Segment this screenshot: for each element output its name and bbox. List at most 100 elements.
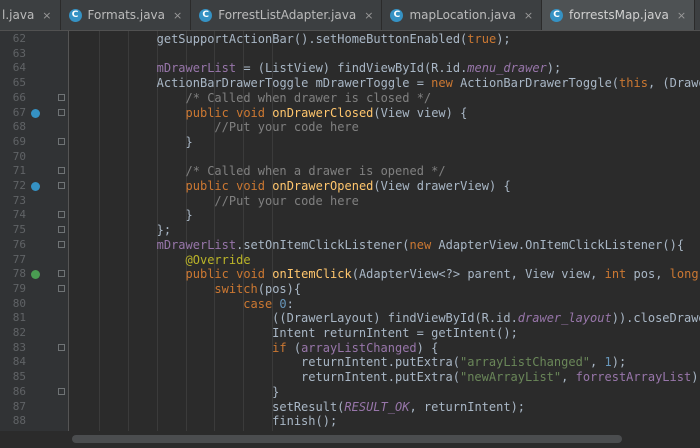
code-token: Intent returnIntent = getIntent(); (272, 326, 518, 340)
fold-marker-icon[interactable] (58, 93, 65, 101)
line-number: 86 (12, 384, 26, 398)
close-tab-icon[interactable]: × (677, 9, 686, 22)
code-token: = (ListView) findViewById(R.id. (236, 61, 468, 76)
line-number: 77 (12, 252, 26, 266)
code-editor[interactable]: 62 getSupportActionBar().setHomeButtonEna… (0, 31, 700, 431)
editor-tab[interactable]: CforrestsMap.java × (542, 0, 696, 30)
code-line[interactable]: 71 /* Called when a drawer is opened */ (0, 164, 700, 179)
fold-marker-icon[interactable] (58, 137, 65, 145)
fold-marker-icon[interactable] (58, 108, 65, 116)
close-tab-icon[interactable]: × (42, 9, 51, 22)
editor-tab[interactable]: CmapLocation.java × (382, 0, 543, 30)
code-text: } (186, 208, 193, 223)
code-token: menu_drawer (467, 61, 547, 76)
code-token: (View drawerView) { (373, 179, 511, 193)
code-line[interactable]: 68 //Put your code here (0, 120, 700, 135)
code-token: onDrawerClosed (272, 105, 374, 120)
editor-tab[interactable]: C Formats.java × (61, 0, 192, 30)
code-text: //Put your code here (214, 194, 359, 209)
editor-tab[interactable]: C ForrestListAdapter.java × (191, 0, 383, 30)
implement-method-icon[interactable] (31, 182, 40, 191)
implement-method-icon[interactable] (31, 108, 40, 118)
code-line[interactable]: 79 switch(pos){ (0, 282, 700, 297)
close-tab-icon[interactable]: × (364, 9, 373, 22)
fold-marker-icon[interactable] (58, 387, 65, 395)
code-line[interactable]: 67 public void onDrawerClosed(View view) … (0, 106, 700, 121)
code-line[interactable]: 72 public void onDrawerOpened(View drawer… (0, 179, 700, 194)
code-line[interactable]: 85 returnIntent.putExtra("newArrayList", … (0, 370, 700, 385)
horizontal-scrollbar[interactable] (0, 431, 700, 448)
code-text: getSupportActionBar().setHomeButtonEnabl… (157, 32, 511, 47)
code-text: public void onDrawerOpened(View drawerVi… (186, 179, 511, 194)
code-token: finish(); (272, 414, 338, 429)
fold-marker-icon[interactable] (58, 343, 65, 351)
override-method-icon[interactable] (31, 270, 40, 280)
code-token: mDrawerList (156, 61, 237, 76)
fold-marker-icon[interactable] (58, 226, 65, 234)
code-token: forrestArrayList (575, 370, 692, 385)
code-line[interactable]: 84 returnIntent.putExtra("arrayListChange… (0, 355, 700, 370)
editor-tab[interactable]: CaddForrest× (695, 0, 700, 30)
code-token: drawer_layout (517, 311, 612, 326)
code-line[interactable]: 88 finish(); (0, 414, 700, 429)
code-line[interactable]: 65 ActionBarDrawerToggle mDrawerToggle = … (0, 76, 700, 91)
code-text: case 0: (243, 297, 294, 312)
code-line[interactable]: 87 setResult(RESULT_OK, returnIntent); (0, 400, 700, 415)
fold-marker-icon[interactable] (58, 211, 65, 219)
fold-marker-icon[interactable] (58, 240, 65, 248)
code-token: } (185, 134, 193, 149)
code-token: , returnIntent); (409, 399, 526, 414)
code-line[interactable]: 80 case 0: (0, 297, 700, 312)
code-text: if (arrayListChanged) { (272, 341, 438, 356)
code-line[interactable]: 81 ((DrawerLayout) findViewById(R.id.draw… (0, 311, 700, 326)
line-number: 70 (12, 149, 26, 163)
code-line[interactable]: 66 /* Called when drawer is closed */ (0, 91, 700, 106)
code-token: "newArrayList" (459, 370, 562, 385)
code-line[interactable]: 82 Intent returnIntent = getIntent(); (0, 326, 700, 341)
code-token: .setOnItemClickListener( (236, 237, 410, 252)
fold-marker-icon[interactable] (58, 284, 65, 292)
editor-tab[interactable]: l.java × (0, 0, 61, 30)
code-text: mDrawerList = (ListView) findViewById(R.… (157, 61, 562, 76)
code-token: @Override (185, 252, 251, 267)
line-number: 83 (12, 340, 26, 354)
code-token: pos, (626, 267, 670, 282)
line-number: 64 (12, 61, 26, 75)
code-line[interactable]: 63 (0, 47, 700, 62)
code-line[interactable]: 78 public void onItemClick(AdapterView<?>… (0, 267, 700, 282)
fold-marker-icon[interactable] (58, 270, 65, 278)
code-token: }; (156, 223, 172, 238)
fold-marker-icon[interactable] (58, 182, 65, 189)
code-text: ActionBarDrawerToggle mDrawerToggle = ne… (157, 76, 700, 91)
close-tab-icon[interactable]: × (173, 9, 182, 22)
code-token: "arrayListChanged" (459, 355, 591, 370)
code-text: returnIntent.putExtra("arrayListChanged"… (301, 355, 626, 370)
code-line[interactable]: 69} (0, 135, 700, 150)
code-token: , (561, 370, 576, 385)
code-token: void (236, 179, 266, 193)
close-tab-icon[interactable]: × (524, 9, 533, 22)
code-line[interactable]: 86} (0, 385, 700, 400)
line-number: 81 (12, 311, 26, 325)
code-line[interactable]: 73 //Put your code here (0, 194, 700, 209)
fold-marker-icon[interactable] (58, 167, 65, 175)
code-line[interactable]: 62 getSupportActionBar().setHomeButtonEna… (0, 32, 700, 47)
code-text: //Put your code here (214, 120, 359, 135)
code-token: (pos){ (257, 281, 302, 296)
code-line[interactable]: 74} (0, 208, 700, 223)
code-line[interactable]: 75}; (0, 223, 700, 238)
code-token: ); (691, 370, 700, 385)
code-line[interactable]: 70 (0, 150, 700, 165)
code-token: public (185, 179, 229, 193)
code-token: case (243, 296, 273, 311)
code-text: setResult(RESULT_OK, returnIntent); (272, 400, 525, 415)
code-token: public (185, 105, 229, 120)
code-line[interactable]: 77 @Override (0, 253, 700, 268)
code-line[interactable]: 64 mDrawerList = (ListView) findViewById(… (0, 61, 700, 76)
code-line[interactable]: 76 mDrawerList.setOnItemClickListener(new… (0, 238, 700, 253)
code-line[interactable]: 83 if (arrayListChanged) { (0, 341, 700, 356)
code-token: ((DrawerLayout) findViewById(R.id. (272, 311, 518, 326)
line-number: 72 (12, 179, 26, 192)
code-token: )).closeDrawers(); (611, 311, 700, 326)
horizontal-scrollbar-thumb[interactable] (72, 435, 622, 443)
